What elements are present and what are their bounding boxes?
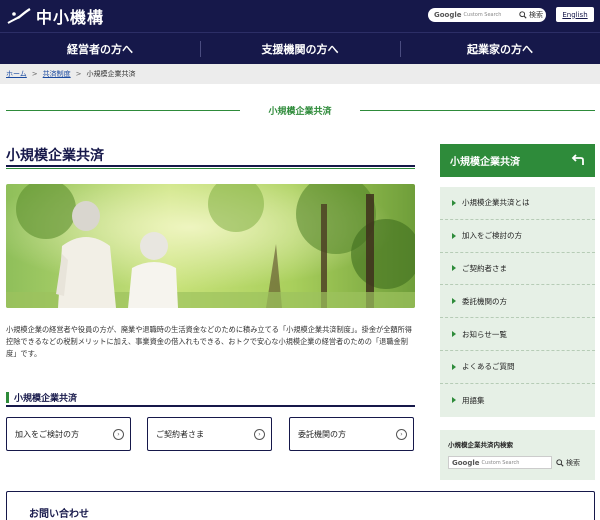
nav-item-entrepreneurs[interactable]: 起業家の方へ xyxy=(400,33,600,65)
sidebar-item-news[interactable]: お知らせ一覧 xyxy=(440,318,595,351)
sidebar-item-label: 加入をご検討の方 xyxy=(462,231,522,241)
sidebar-search-label: 小規模企業共済内検索 xyxy=(448,441,513,449)
sidebar-header[interactable]: 小規模企業共済 xyxy=(440,144,595,177)
nav-divider xyxy=(200,41,201,57)
triangle-right-icon xyxy=(452,298,456,305)
sidebar-item-label: 用語集 xyxy=(462,395,485,405)
sidebar-item-agencies[interactable]: 委託機関の方 xyxy=(440,285,595,319)
return-arrow-icon xyxy=(571,154,584,165)
sidebar-header-label: 小規模企業共済 xyxy=(450,157,520,168)
logo-swoosh-icon xyxy=(7,7,31,24)
custom-search-label: Custom Search xyxy=(481,459,520,466)
sub-section-title: 小規模企業共済 xyxy=(6,389,77,405)
breadcrumb-separator: > xyxy=(31,70,38,78)
sidebar-item-label: お知らせ一覧 xyxy=(462,329,507,339)
title-underline xyxy=(6,165,415,167)
sidebar-item-label: よくあるご質問 xyxy=(462,362,515,372)
triangle-right-icon xyxy=(452,265,456,272)
triangle-right-icon xyxy=(452,363,456,370)
sidebar-item-label: 委託機関の方 xyxy=(462,296,507,306)
sidebar-search-button-label: 検索 xyxy=(566,458,580,467)
header-search-input[interactable]: Google Custom Search 検索 xyxy=(428,8,546,22)
header-search-button[interactable]: 検索 xyxy=(519,9,543,21)
sidebar-item-label: 小規模企業共済とは xyxy=(462,198,530,208)
triangle-right-icon xyxy=(452,331,456,338)
intro-text: 小規模企業の経営者や役員の方が、廃業や退職時の生活資金などのために積み立てる「小… xyxy=(6,325,412,358)
title-underline-accent xyxy=(6,168,415,169)
english-link[interactable]: English xyxy=(556,7,594,22)
card-contract-holders[interactable]: ご契約者さま › xyxy=(147,417,272,451)
sidebar-item-about[interactable]: 小規模企業共済とは xyxy=(440,187,595,220)
global-nav: 経営者の方へ 支援機関の方へ 起業家の方へ xyxy=(0,32,600,64)
sidebar-item-label: ご契約者さま xyxy=(462,263,507,273)
hero-image-elderly-couple xyxy=(6,184,415,308)
breadcrumb-separator: > xyxy=(75,70,82,78)
triangle-right-icon xyxy=(452,232,456,239)
sidebar-menu: 小規模企業共済とは 加入をご検討の方 ご契約者さま 委託機関の方 お知らせ一覧 … xyxy=(440,187,595,417)
sidebar-item-faq[interactable]: よくあるご質問 xyxy=(440,351,595,384)
nav-item-managers[interactable]: 経営者の方へ xyxy=(0,33,200,65)
contact-title: お問い合わせ xyxy=(29,509,89,520)
breadcrumb: ホーム > 共済制度 > 小規模企業共済 xyxy=(0,64,600,84)
card-label: 委託機関の方 xyxy=(298,429,346,439)
chevron-right-circle-icon: › xyxy=(254,429,265,440)
sub-title-text: 小規模企業共済 xyxy=(14,393,78,404)
card-label: 加入をご検討の方 xyxy=(15,429,79,439)
page-title: 小規模企業共済 xyxy=(6,148,104,164)
breadcrumb-home-link[interactable]: ホーム xyxy=(6,69,27,79)
section-band-title: 小規模企業共済 xyxy=(268,107,332,117)
site-logo[interactable]: 中小機構 xyxy=(6,4,104,28)
contact-box: お問い合わせ xyxy=(6,491,595,520)
sub-title-bar xyxy=(6,391,9,403)
logo-text: 中小機構 xyxy=(36,8,105,27)
nav-item-support-agencies[interactable]: 支援機関の方へ xyxy=(200,33,400,65)
triangle-right-icon xyxy=(452,199,456,206)
sidebar-search: 小規模企業共済内検索 Google Custom Search 検索 xyxy=(440,430,595,480)
sidebar-search-button[interactable]: 検索 xyxy=(556,456,580,469)
sub-title-underline xyxy=(6,405,415,407)
custom-search-label: Custom Search xyxy=(463,12,502,18)
search-icon xyxy=(556,458,564,467)
sidebar-item-contract-holders[interactable]: ご契約者さま xyxy=(440,253,595,286)
google-logo: Google xyxy=(452,458,480,467)
site-header: 中小機構 Google Custom Search 検索 English xyxy=(0,0,600,32)
hero-illustration xyxy=(6,184,415,308)
breadcrumb-parent-link[interactable]: 共済制度 xyxy=(43,69,71,79)
triangle-right-icon xyxy=(452,397,456,404)
card-label: ご契約者さま xyxy=(156,429,204,439)
chevron-right-circle-icon: › xyxy=(113,429,124,440)
nav-divider xyxy=(400,41,401,57)
sidebar-search-input[interactable]: Google Custom Search xyxy=(448,456,552,469)
chevron-right-circle-icon: › xyxy=(396,429,407,440)
search-icon xyxy=(519,11,527,19)
section-band-rule-right xyxy=(360,110,595,111)
sidebar-item-prospective[interactable]: 加入をご検討の方 xyxy=(440,220,595,253)
google-logo: Google xyxy=(434,11,462,19)
header-search-button-label: 検索 xyxy=(529,11,543,19)
card-agencies[interactable]: 委託機関の方 › xyxy=(289,417,414,451)
sidebar-item-glossary[interactable]: 用語集 xyxy=(440,384,595,417)
breadcrumb-current: 小規模企業共済 xyxy=(86,70,136,78)
section-band-rule-left xyxy=(6,110,240,111)
card-prospective-members[interactable]: 加入をご検討の方 › xyxy=(6,417,131,451)
